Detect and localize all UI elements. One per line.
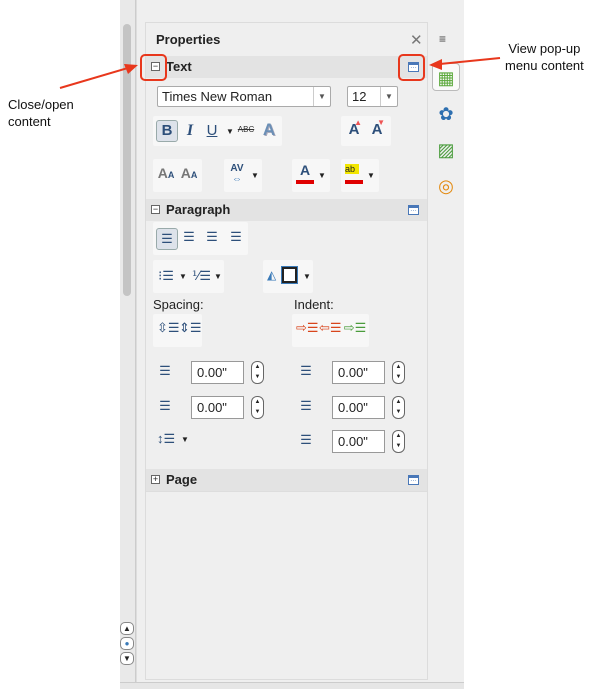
line-spacing-icon[interactable]: ↕☰	[157, 431, 175, 447]
chevron-down-icon[interactable]: ▼	[251, 171, 259, 180]
paragraph-section-title: Paragraph	[166, 202, 231, 217]
increase-indent-icon[interactable]: ⇨☰	[296, 320, 319, 336]
divider	[146, 491, 427, 492]
numbering-icon[interactable]: ⅟☰	[192, 268, 211, 284]
paint-bucket-icon[interactable]: ◭	[267, 268, 276, 282]
chevron-down-icon[interactable]: ▼	[303, 272, 311, 281]
decrease-spacing-icon[interactable]: ⇕☰	[179, 320, 202, 336]
chevron-down-icon[interactable]: ▼	[179, 272, 187, 281]
above-spacing-icon: ☰	[159, 363, 171, 378]
page-section-header: + Page …	[146, 469, 427, 491]
first-line-indent-input[interactable]: 0.00"	[332, 430, 385, 453]
first-line-indent-icon: ☰	[300, 432, 312, 447]
below-spacing-icon: ☰	[159, 398, 171, 413]
paragraph-section-header: − Paragraph …	[146, 199, 427, 221]
arrow-left	[59, 67, 129, 89]
before-indent-stepper[interactable]: ▲ ▼	[392, 361, 405, 384]
align-center-button[interactable]: ☰	[180, 229, 198, 245]
after-indent-icon: ☰	[300, 398, 312, 413]
above-spacing-input[interactable]: 0.00"	[191, 361, 244, 384]
after-indent-input[interactable]: 0.00"	[332, 396, 385, 419]
more-options-icon[interactable]: …	[408, 205, 419, 215]
after-indent-stepper[interactable]: ▲ ▼	[392, 396, 405, 419]
before-indent-input[interactable]: 0.00"	[332, 361, 385, 384]
tab-navigator[interactable]: ◎	[432, 172, 460, 200]
justify-button[interactable]: ☰	[227, 229, 245, 245]
expand-icon[interactable]: +	[151, 475, 160, 484]
before-indent-icon: ☰	[300, 363, 312, 378]
arrow-right-head	[429, 59, 442, 70]
previous-page-button[interactable]: ▲	[120, 622, 134, 635]
hanging-indent-icon[interactable]: ⇨☰	[343, 320, 367, 336]
character-spacing-icon[interactable]: AV ⇔	[227, 163, 247, 185]
chevron-down-icon[interactable]: ▼	[181, 435, 189, 444]
annotation-popup-menu: View pop-up menu content	[505, 41, 584, 73]
status-bar	[120, 682, 464, 689]
chevron-down-icon[interactable]: ▼	[214, 272, 222, 281]
decrease-indent-icon[interactable]: ⇦☰	[319, 320, 342, 336]
navigation-button[interactable]: ●	[120, 637, 134, 650]
below-spacing-stepper[interactable]: ▲ ▼	[251, 396, 264, 419]
more-options-icon[interactable]: …	[408, 475, 419, 485]
increase-spacing-icon[interactable]: ⇳☰	[157, 320, 180, 336]
tab-gallery[interactable]: ▨	[432, 136, 460, 164]
chevron-down-icon[interactable]: ▼	[318, 171, 326, 180]
superscript-icon[interactable]: AA	[156, 165, 176, 181]
bullets-icon[interactable]: ⁝☰	[157, 268, 175, 284]
collapse-icon[interactable]: −	[151, 205, 160, 214]
highlight-color-swatch	[345, 180, 363, 184]
arrow-right	[439, 57, 501, 65]
page-section-title: Page	[166, 472, 198, 487]
indent-label: Indent:	[294, 297, 334, 312]
spacing-label: Spacing:	[153, 297, 204, 312]
highlight-color-icon[interactable]: ab	[345, 164, 359, 174]
next-page-button[interactable]: ▼	[120, 652, 134, 665]
align-left-button[interactable]: ☰	[156, 228, 178, 250]
annotation-close-open: Close/open content	[8, 97, 74, 129]
align-right-button[interactable]: ☰	[203, 229, 221, 245]
font-color-icon[interactable]: A	[296, 162, 314, 178]
first-line-indent-stepper[interactable]: ▲ ▼	[392, 430, 405, 453]
font-color-swatch	[296, 180, 314, 184]
subscript-icon[interactable]: AA	[179, 165, 199, 181]
background-color-swatch[interactable]	[281, 266, 298, 284]
below-spacing-input[interactable]: 0.00"	[191, 396, 244, 419]
above-spacing-stepper[interactable]: ▲ ▼	[251, 361, 264, 384]
chevron-down-icon[interactable]: ▼	[367, 171, 375, 180]
arrow-left-head	[124, 64, 138, 74]
